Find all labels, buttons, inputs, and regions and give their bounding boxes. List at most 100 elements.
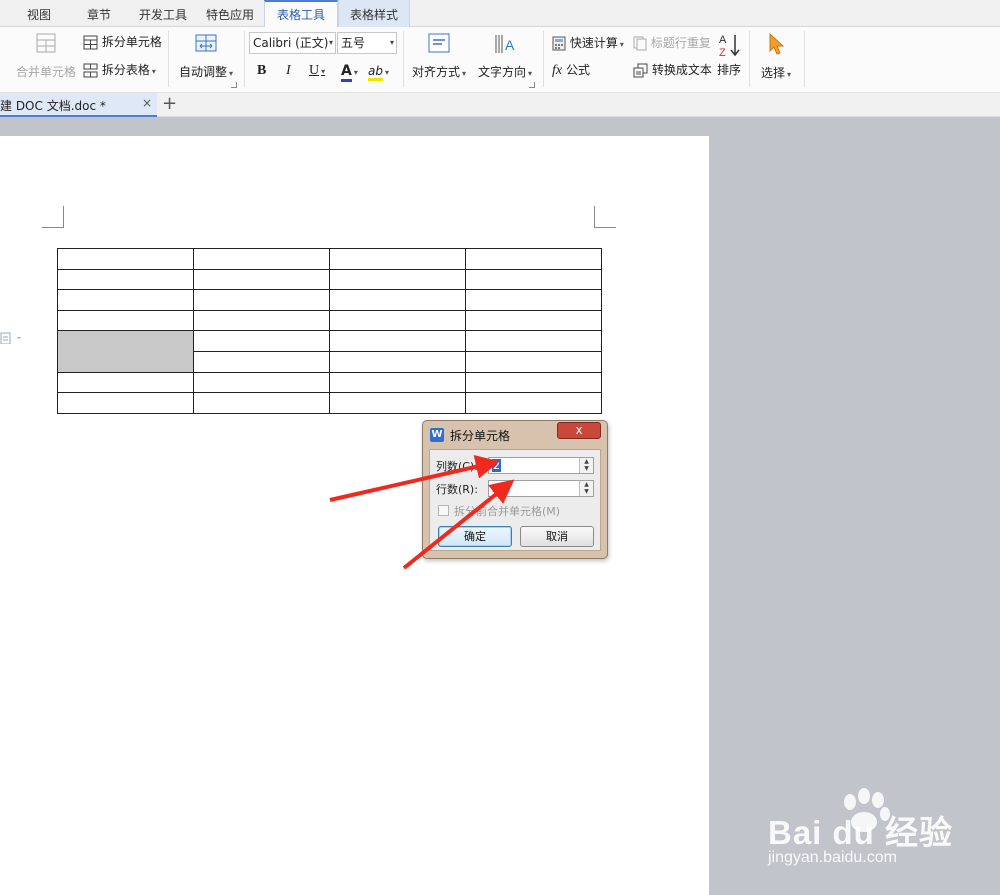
table-cell[interactable]	[193, 392, 330, 414]
ribbon-divider	[168, 31, 169, 87]
repeat-header-button[interactable]: 标题行重复	[633, 34, 711, 51]
repeat-header-label: 标题行重复	[650, 36, 711, 50]
italic-button[interactable]: I	[286, 61, 291, 81]
table-cell[interactable]	[57, 248, 194, 270]
table-row	[57, 248, 602, 270]
sort-label: 排序	[716, 63, 741, 77]
document-tab-bar: 建 DOC 文档.doc * × +	[0, 93, 1000, 117]
document-table[interactable]	[57, 248, 602, 414]
merge-cells-button[interactable]: 合并单元格	[14, 32, 78, 80]
text-direction-label: 文字方向	[477, 65, 526, 79]
merge-before-split-checkbox[interactable]	[438, 505, 449, 516]
document-tab-title: 建 DOC 文档.doc *	[0, 99, 106, 113]
sort-button[interactable]: AZ 排序	[714, 32, 744, 78]
merge-before-split-label: 拆分前合并单元格(M)	[454, 505, 561, 518]
columns-input[interactable]: 2 ▲ ▼	[488, 457, 594, 474]
table-cell[interactable]	[193, 371, 330, 394]
paste-options-icon[interactable]	[0, 332, 22, 347]
font-size-select[interactable]: 五号 ▾	[337, 32, 397, 54]
text-direction-icon: A	[495, 35, 515, 53]
table-cell[interactable]	[465, 350, 602, 373]
split-cells-button[interactable]: 拆分单元格	[83, 33, 162, 50]
new-tab-button[interactable]: +	[162, 93, 177, 115]
repeat-header-icon	[633, 36, 647, 51]
text-direction-button[interactable]: A 文字方向 ▾	[474, 33, 536, 80]
ok-button[interactable]: 确定	[438, 526, 512, 547]
table-cell[interactable]	[329, 330, 466, 352]
table-cell[interactable]	[465, 330, 602, 352]
table-cell[interactable]	[57, 371, 194, 394]
table-cell[interactable]	[329, 248, 466, 270]
tab-developer-tools[interactable]: 开发工具	[135, 0, 191, 27]
table-cell[interactable]	[57, 392, 194, 414]
table-cell[interactable]	[329, 371, 466, 394]
tab-special-apps[interactable]: 特色应用	[202, 0, 258, 27]
font-color-button[interactable]: A ▾	[341, 61, 358, 82]
formula-button[interactable]: fx 公式	[552, 61, 590, 79]
table-cell[interactable]	[465, 289, 602, 311]
table-cell[interactable]	[329, 268, 466, 291]
table-row	[57, 371, 602, 394]
chevron-down-icon: ▾	[353, 68, 358, 77]
table-row	[57, 392, 602, 414]
table-cell[interactable]	[465, 268, 602, 291]
select-button[interactable]: 选择 ▾	[756, 33, 796, 81]
table-cell[interactable]	[193, 289, 330, 311]
formula-icon: fx	[552, 63, 563, 78]
split-table-button[interactable]: 拆分表格 ▾	[83, 61, 156, 78]
auto-adjust-icon	[195, 34, 217, 52]
split-table-icon	[83, 63, 98, 78]
table-cell[interactable]	[57, 309, 194, 332]
close-tab-icon[interactable]: ×	[142, 96, 152, 110]
close-button[interactable]: x	[557, 422, 601, 439]
ribbon-divider	[403, 31, 404, 87]
table-cell[interactable]	[193, 248, 330, 270]
tab-table-tools[interactable]: 表格工具	[264, 0, 338, 28]
margin-corner-mark	[594, 206, 616, 228]
table-cell[interactable]	[57, 268, 194, 291]
table-cell[interactable]	[57, 289, 194, 311]
tab-view[interactable]: 视图	[17, 0, 61, 27]
table-cell[interactable]	[329, 309, 466, 332]
highlight-button[interactable]: ab ▾	[368, 61, 389, 81]
bold-button[interactable]: B	[257, 61, 266, 81]
cancel-button[interactable]: 取消	[520, 526, 594, 547]
convert-to-text-button[interactable]: 转换成文本	[633, 61, 712, 78]
rows-input[interactable]: 2 ▲ ▼	[488, 480, 594, 497]
split-cells-label: 拆分单元格	[101, 35, 162, 49]
document-tab[interactable]: 建 DOC 文档.doc * ×	[0, 93, 157, 117]
columns-value: 2	[492, 459, 501, 472]
svg-text:A: A	[505, 37, 515, 53]
ribbon-divider	[804, 31, 805, 87]
table-cell[interactable]	[465, 309, 602, 332]
table-cell[interactable]	[465, 371, 602, 394]
align-button[interactable]: 对齐方式 ▾	[409, 33, 469, 80]
auto-adjust-button[interactable]: 自动调整 ▾	[176, 33, 236, 80]
menu-tab-bar: 视图 章节 开发工具 特色应用 表格工具 表格样式	[0, 0, 1000, 28]
table-cell[interactable]	[329, 392, 466, 414]
table-cell[interactable]	[193, 268, 330, 291]
table-cell[interactable]	[329, 289, 466, 311]
underline-button[interactable]: U ▾	[309, 61, 325, 81]
chevron-down-icon: ▾	[229, 69, 234, 78]
tab-chapter[interactable]: 章节	[76, 0, 122, 27]
spin-arrows-icon[interactable]: ▲ ▼	[579, 458, 593, 473]
convert-text-label: 转换成文本	[651, 63, 712, 77]
split-table-label: 拆分表格	[101, 63, 150, 77]
svg-text:Z: Z	[719, 47, 726, 58]
auto-adjust-label: 自动调整	[178, 65, 227, 79]
tab-table-styles[interactable]: 表格样式	[338, 0, 410, 27]
table-cell[interactable]	[329, 350, 466, 373]
table-cell[interactable]	[193, 330, 330, 352]
rows-label: 行数(R):	[436, 483, 478, 496]
table-cell[interactable]	[465, 392, 602, 414]
selected-merged-cell[interactable]	[57, 330, 194, 373]
quick-calc-button[interactable]: 快速计算 ▾	[552, 34, 624, 51]
table-cell[interactable]	[193, 309, 330, 332]
dialog-launcher-icon[interactable]	[529, 82, 535, 88]
table-cell[interactable]	[465, 248, 602, 270]
table-cell[interactable]	[193, 350, 330, 373]
dialog-launcher-icon[interactable]	[231, 82, 237, 88]
spin-arrows-icon[interactable]: ▲ ▼	[579, 481, 593, 496]
font-name-select[interactable]: Calibri (正文) ▾	[249, 32, 336, 54]
